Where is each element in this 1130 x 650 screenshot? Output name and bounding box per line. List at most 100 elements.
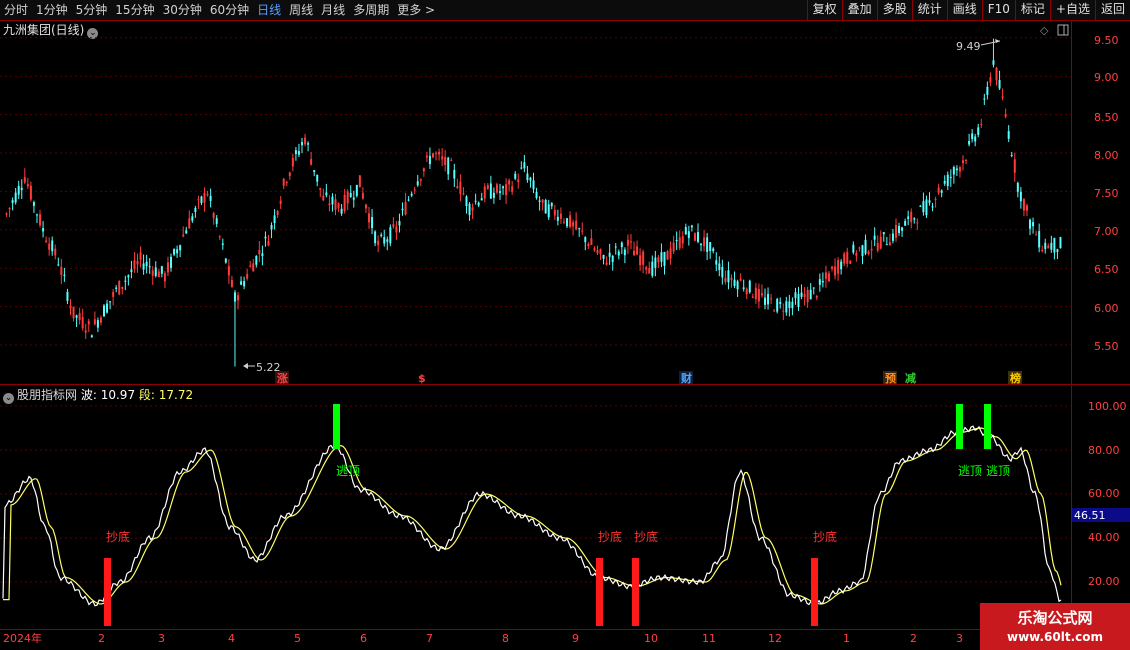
candle-body — [562, 221, 565, 223]
candle-body — [614, 246, 617, 248]
candle-body — [322, 195, 325, 201]
candle-body — [824, 272, 827, 279]
candle-body — [617, 251, 620, 256]
candle-body — [352, 197, 355, 200]
diamond-icon[interactable]: ◇ — [1040, 24, 1049, 37]
candle-body — [727, 270, 730, 283]
candle-body — [291, 157, 294, 167]
candle-body — [916, 222, 919, 224]
candle-body — [855, 252, 858, 256]
candle-body — [130, 269, 133, 273]
candle-body — [389, 227, 392, 244]
candle-body — [380, 234, 383, 236]
candle-body — [447, 157, 450, 175]
candle-body — [383, 237, 386, 244]
candle-body — [87, 320, 90, 325]
candle-body — [739, 278, 742, 281]
candle-body — [127, 275, 130, 278]
event-marker-forecast[interactable]: 预 — [885, 371, 896, 385]
candle-body — [233, 292, 236, 302]
candle-body — [940, 190, 943, 193]
time-tick: 1 — [843, 632, 850, 645]
candle-body — [934, 199, 937, 201]
candle-body — [925, 199, 928, 216]
candle-body — [90, 335, 93, 338]
candle-body — [882, 232, 885, 235]
candle-body — [230, 279, 233, 287]
candle-body — [133, 260, 136, 269]
candle-body — [188, 218, 191, 229]
candle-body — [319, 188, 322, 190]
candle-body — [827, 273, 830, 282]
candle-body — [581, 230, 584, 232]
candle-body — [343, 194, 346, 212]
event-marker-rise[interactable]: 涨 — [277, 371, 288, 385]
candle-body — [224, 258, 227, 263]
candle-body — [99, 317, 102, 323]
candle-body — [368, 213, 371, 223]
candle-body — [410, 193, 413, 196]
candle-body — [669, 248, 672, 259]
candle-body — [910, 211, 913, 222]
candle-body — [651, 261, 654, 276]
candle-body — [285, 182, 288, 184]
candle-body — [166, 262, 169, 273]
candle-body — [270, 225, 273, 230]
candle-body — [898, 225, 901, 234]
candle-body — [873, 235, 876, 240]
candle-body — [626, 239, 629, 246]
candle-body — [203, 192, 206, 203]
time-tick: 2 — [910, 632, 917, 645]
event-marker-rank[interactable]: 榜 — [1010, 371, 1021, 385]
candle-body — [334, 199, 337, 210]
candle-body — [1050, 242, 1053, 250]
candle-body — [29, 185, 32, 200]
watermark-title: 乐淘公式网 — [1017, 609, 1093, 627]
candle-body — [675, 239, 678, 242]
candle-body — [922, 201, 925, 213]
candle-body — [968, 141, 971, 145]
candle-body — [666, 251, 669, 260]
candle-body — [584, 237, 587, 243]
event-marker-finance[interactable]: 财 — [680, 371, 692, 385]
candle-body — [742, 287, 745, 289]
candle-body — [273, 215, 276, 224]
price-axis: 9.50 9.00 8.50 8.00 7.50 7.00 6.50 6.00 … — [1094, 34, 1119, 353]
candle-body — [337, 203, 340, 209]
candle-body — [316, 174, 319, 182]
candle-body — [1047, 245, 1050, 249]
candle-body — [35, 214, 38, 216]
candle-body — [550, 202, 553, 207]
candle-body — [264, 236, 267, 239]
candle-body — [304, 137, 307, 145]
candle-body — [1025, 205, 1028, 211]
time-tick: 3 — [956, 632, 963, 645]
candle-body — [575, 220, 578, 230]
candle-body — [858, 247, 861, 249]
candle-body — [818, 279, 821, 285]
signal-label-sell: 逃顶 — [958, 464, 982, 478]
price-tick: 7.50 — [1094, 187, 1119, 200]
window-icon[interactable] — [1057, 24, 1069, 36]
candle-body — [718, 263, 721, 271]
candle-body — [733, 279, 736, 286]
candle-body — [1044, 242, 1047, 249]
sell-signal-bar — [984, 404, 991, 449]
candle-body — [249, 265, 252, 267]
event-marker-dollar[interactable]: $ — [418, 372, 426, 385]
candle-body — [983, 98, 986, 100]
candle-body — [724, 277, 727, 283]
event-marker-reduce[interactable]: 减 — [905, 371, 916, 385]
time-tick: 4 — [228, 632, 235, 645]
time-tick: 5 — [294, 632, 301, 645]
candle-body — [261, 253, 264, 257]
candle-body — [636, 246, 639, 255]
candle-body — [715, 260, 718, 265]
chart-canvas[interactable]: 9.50 9.00 8.50 8.00 7.50 7.00 6.50 6.00 … — [0, 0, 1130, 650]
candle-body — [1053, 237, 1056, 253]
candle-body — [471, 207, 474, 211]
candle-body — [517, 179, 520, 183]
high-price-label: 9.49 — [956, 40, 981, 53]
candle-body — [115, 287, 118, 289]
main-grid — [0, 37, 1071, 346]
